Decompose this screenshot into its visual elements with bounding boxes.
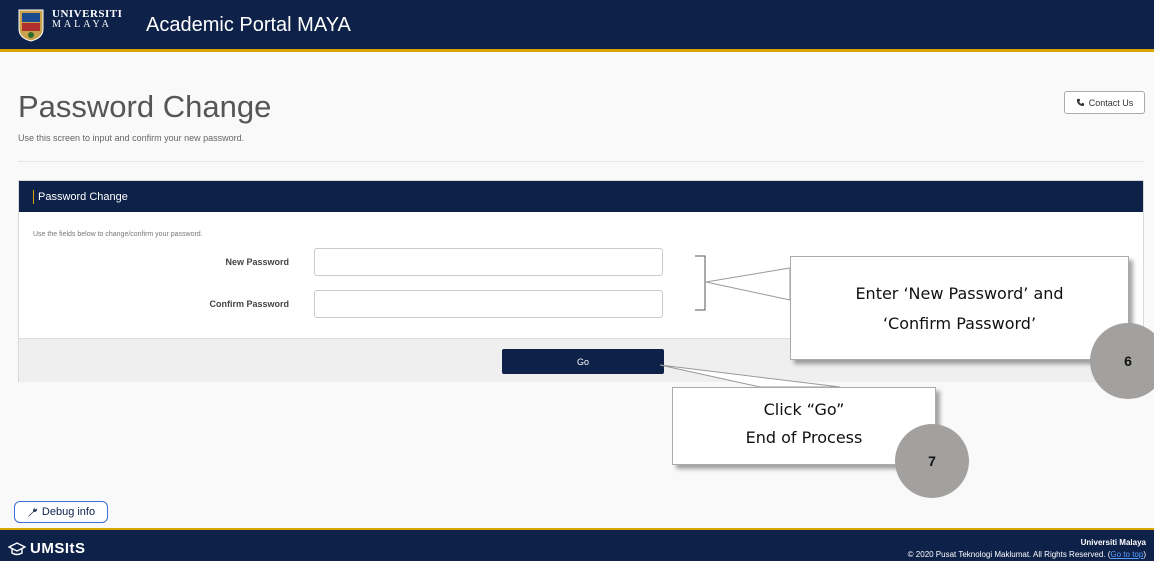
logo-line2: MALAYA: [52, 19, 112, 30]
top-navbar: UNIVERSITI MALAYA Academic Portal MAYA: [0, 0, 1154, 52]
callout1-line1: Enter ‘New Password’ and: [855, 284, 1064, 303]
university-crest-icon: [18, 9, 44, 42]
footer-copyright-text: © 2020 Pusat Teknologi Maklumat. All Rig…: [907, 550, 1111, 559]
footer-brand-text: UMSItS: [30, 540, 86, 557]
confirm-password-field[interactable]: [314, 290, 663, 318]
contact-us-label: Contact Us: [1088, 97, 1134, 108]
wrench-icon: [28, 507, 37, 517]
footer-copyright: © 2020 Pusat Teknologi Maklumat. All Rig…: [908, 550, 1146, 559]
new-password-label: New Password: [225, 257, 289, 267]
page-title: Password Change: [18, 89, 272, 124]
confirm-password-label: Confirm Password: [209, 299, 289, 309]
footer-copyright-end: ): [1143, 550, 1146, 559]
footer-brand: UMSItS: [8, 540, 86, 557]
go-to-top-link[interactable]: Go to top: [1110, 550, 1143, 559]
divider: [18, 161, 1144, 162]
page-subtitle: Use this screen to input and confirm you…: [18, 133, 245, 143]
panel-header: Password Change: [19, 181, 1143, 212]
page-footer: UMSItS Universiti Malaya © 2020 Pusat Te…: [0, 528, 1154, 561]
callout2-line1: Click “Go”: [763, 400, 845, 419]
step-7-badge: 7: [895, 424, 969, 498]
go-button[interactable]: Go: [502, 349, 664, 374]
panel-heading: Password Change: [38, 190, 128, 203]
panel-header-accent: [33, 189, 34, 204]
footer-university: Universiti Malaya: [1080, 538, 1146, 547]
debug-info-button[interactable]: Debug info: [14, 501, 108, 523]
panel-note: Use the fields below to change/confirm y…: [33, 231, 203, 238]
app-title[interactable]: Academic Portal MAYA: [146, 14, 351, 37]
logo-line1: UNIVERSITI: [52, 8, 123, 20]
new-password-field[interactable]: [314, 248, 663, 276]
graduation-cap-icon: [8, 541, 26, 555]
university-logo-text: UNIVERSITI MALAYA: [52, 9, 122, 30]
contact-us-button[interactable]: Contact Us: [1064, 91, 1145, 114]
callout-enter-passwords: Enter ‘New Password’ and ‘Confirm Passwo…: [790, 256, 1129, 360]
debug-info-label: Debug info: [41, 506, 96, 518]
phone-icon: [1076, 98, 1084, 107]
callout2-line2: End of Process: [745, 428, 863, 447]
callout1-line2: ‘Confirm Password’: [882, 314, 1037, 333]
